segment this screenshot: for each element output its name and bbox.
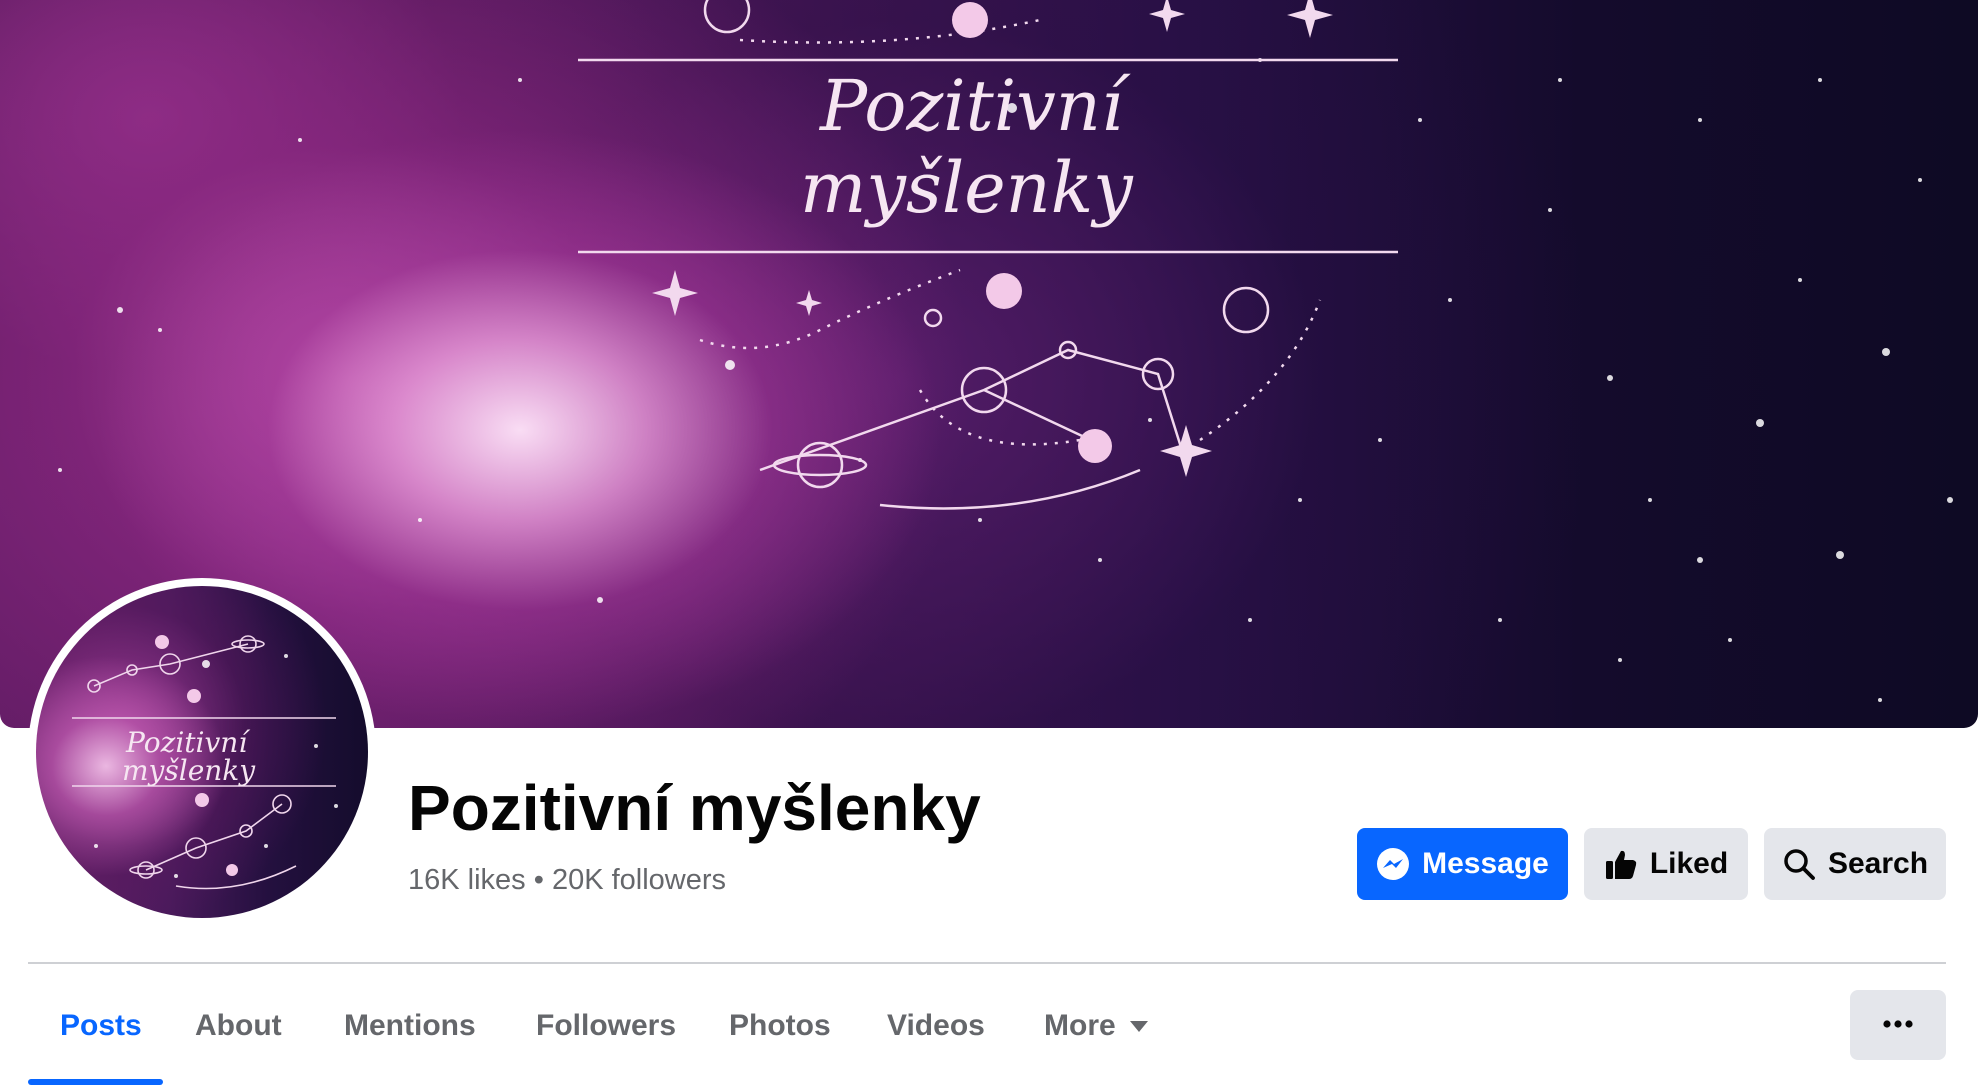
liked-button[interactable]: Liked bbox=[1584, 828, 1748, 900]
page-stats[interactable]: 16K likes • 20K followers bbox=[408, 864, 726, 897]
tab-label: About bbox=[195, 1009, 282, 1042]
more-options-button[interactable] bbox=[1850, 990, 1946, 1060]
tab-label: Posts bbox=[60, 1009, 142, 1042]
thumbs-up-icon bbox=[1604, 847, 1638, 881]
tab-videos[interactable]: Videos bbox=[887, 1000, 985, 1052]
tab-label: Videos bbox=[887, 1009, 985, 1042]
tab-label: Mentions bbox=[344, 1009, 476, 1042]
tab-followers[interactable]: Followers bbox=[536, 1000, 676, 1052]
tab-mentions[interactable]: Mentions bbox=[344, 1000, 476, 1052]
cover-title-line2: myšlenky bbox=[800, 147, 1134, 229]
messenger-icon bbox=[1376, 847, 1410, 881]
message-button-label: Message bbox=[1422, 847, 1549, 880]
page-title: Pozitivní myšlenky bbox=[408, 772, 981, 844]
active-tab-indicator bbox=[28, 1079, 163, 1085]
tab-label: Followers bbox=[536, 1009, 677, 1042]
tab-label: Photos bbox=[729, 1009, 831, 1042]
tab-label: More bbox=[1044, 1009, 1116, 1042]
avatar-title-line2: myšlenky bbox=[122, 754, 256, 787]
tab-posts[interactable]: Posts bbox=[60, 1000, 142, 1052]
message-button[interactable]: Message bbox=[1357, 828, 1568, 900]
header-divider bbox=[28, 962, 1946, 964]
cover-title-line1: Pozitivní bbox=[818, 65, 1131, 147]
avatar[interactable]: Pozitivní myšlenky bbox=[36, 586, 368, 918]
tab-more[interactable]: More bbox=[1044, 1000, 1148, 1052]
tab-about[interactable]: About bbox=[195, 1000, 282, 1052]
page-header: Pozitivní myšlenky Pozitivní myšlenky Po… bbox=[0, 0, 1978, 1086]
liked-button-label: Liked bbox=[1649, 847, 1729, 880]
more-dots-icon bbox=[1882, 1016, 1914, 1034]
cover-title: Pozitivní myšlenky bbox=[800, 65, 1134, 229]
search-button[interactable]: Search bbox=[1764, 828, 1946, 900]
caret-down-icon bbox=[1129, 1020, 1148, 1032]
search-button-label: Search bbox=[1827, 847, 1929, 880]
tab-photos[interactable]: Photos bbox=[729, 1000, 831, 1052]
search-icon bbox=[1782, 847, 1816, 881]
avatar-artwork: Pozitivní myšlenky bbox=[72, 635, 338, 890]
